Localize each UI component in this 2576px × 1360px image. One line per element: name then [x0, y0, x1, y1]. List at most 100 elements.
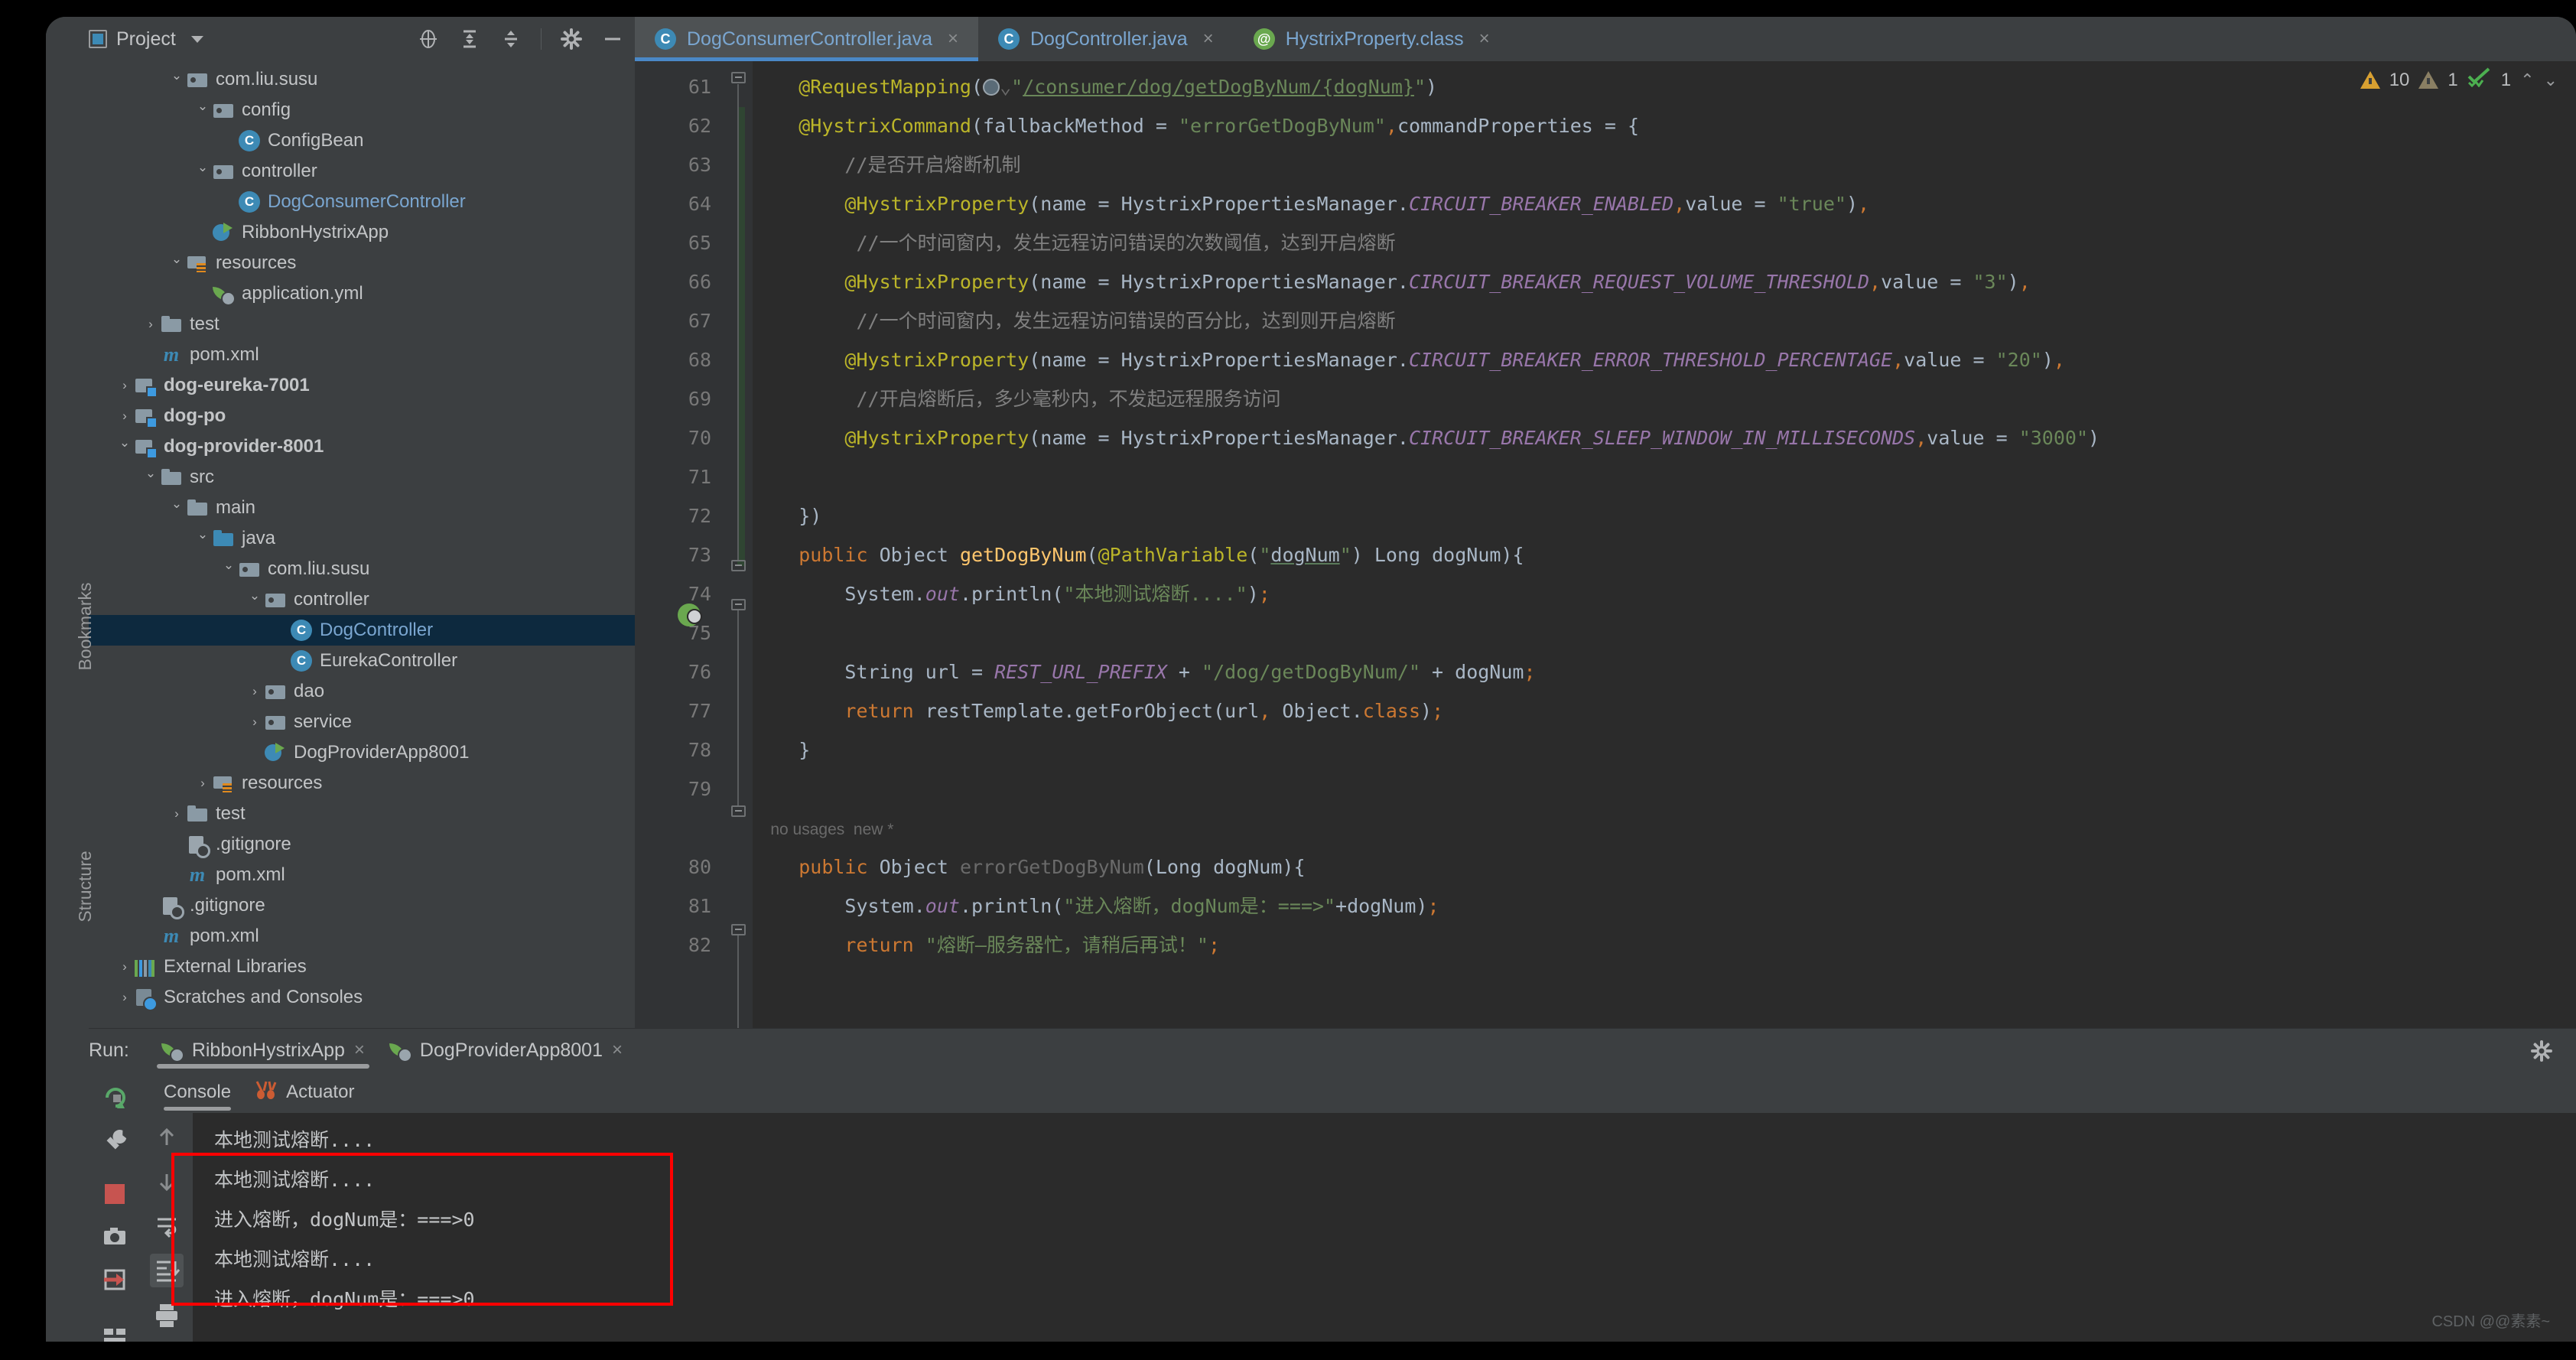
code-editor[interactable]: 61 62 63 64 65 66 67 68 69 70 71 72 73 74 75 76 77 78 79 80…	[635, 61, 2576, 1028]
fold-marker[interactable]	[731, 599, 746, 610]
fold-marker[interactable]	[731, 924, 746, 935]
tree-item[interactable]: .gitignore	[89, 890, 635, 921]
chevron-down-icon[interactable]: ⌄	[1000, 76, 1011, 98]
tree-item[interactable]: › dog-eureka-7001	[89, 370, 635, 401]
code-line[interactable]: String url = REST_URL_PREFIX + "/dog/get…	[753, 652, 2576, 691]
chevron-right-icon[interactable]: ›	[115, 990, 135, 1005]
camera-icon[interactable]	[99, 1222, 130, 1252]
chevron-down-icon[interactable]: ⌄	[193, 527, 213, 542]
tree-item[interactable]: › dog-po	[89, 401, 635, 431]
run-settings-gear-icon[interactable]	[2530, 1040, 2553, 1066]
chevron-right-icon[interactable]: ›	[115, 959, 135, 974]
chevron-down-icon[interactable]: ⌄	[115, 435, 135, 451]
tree-item[interactable]: ⌄ controller	[89, 156, 635, 187]
tree-item[interactable]: ⌄ dog-provider-8001	[89, 431, 635, 462]
tree-item[interactable]: ⌄ main	[89, 493, 635, 523]
tree-item[interactable]: ⌄ src	[89, 462, 635, 493]
code-line[interactable]: //一个时间窗内，发生远程访问错误的次数阈值，达到开启熔断	[753, 223, 2576, 262]
code-line[interactable]: @HystrixCommand(fallbackMethod = "errorG…	[753, 106, 2576, 145]
code-line[interactable]: public Object getDogByNum(@PathVariable(…	[753, 535, 2576, 574]
collapse-all-icon[interactable]	[499, 28, 522, 50]
close-icon[interactable]: ×	[1203, 28, 1214, 50]
soft-wrap-icon[interactable]	[150, 1209, 184, 1243]
layout-icon[interactable]	[99, 1319, 130, 1342]
tree-item[interactable]: › resources	[89, 768, 635, 799]
run-left-toolbar[interactable]	[89, 1072, 141, 1342]
gear-icon[interactable]	[560, 28, 583, 50]
vertical-tab-structure[interactable]: Structure	[72, 822, 98, 952]
console-output[interactable]: 本地测试熔断.... 本地测试熔断.... 进入熔断，dogNum是：===>0 本地…	[171, 1113, 2576, 1342]
tree-item[interactable]: application.yml	[89, 278, 635, 309]
tree-item[interactable]: › test	[89, 799, 635, 829]
code-line[interactable]: @HystrixProperty(name = HystrixPropertie…	[753, 418, 2576, 457]
code-line[interactable]: })	[753, 496, 2576, 535]
chevron-down-icon[interactable]: ⌄	[2544, 70, 2558, 90]
chevron-right-icon[interactable]: ›	[115, 378, 135, 393]
tree-item[interactable]: .gitignore	[89, 829, 635, 860]
expand-all-icon[interactable]	[458, 28, 481, 50]
chevron-up-icon[interactable]: ⌃	[2520, 70, 2534, 90]
inspection-widget[interactable]: 10 1 1 ⌃ ⌄	[2360, 67, 2558, 93]
chevron-right-icon[interactable]: ›	[245, 684, 265, 699]
code-line[interactable]: @HystrixProperty(name = HystrixPropertie…	[753, 340, 2576, 379]
print-icon[interactable]	[150, 1298, 184, 1332]
tree-item[interactable]: › External Libraries	[89, 952, 635, 982]
code-line[interactable]	[753, 457, 2576, 496]
project-tree[interactable]: ⌄ com.liu.susu ⌄ config C ConfigBean ⌄ controll…	[46, 61, 635, 1028]
code-line[interactable]	[753, 613, 2576, 652]
tree-item[interactable]: ⌄ com.liu.susu	[89, 554, 635, 584]
chevron-right-icon[interactable]: ›	[115, 408, 135, 424]
tree-item[interactable]: ⌄ com.liu.susu	[89, 64, 635, 95]
console-tab-1[interactable]: Actuator	[254, 1072, 354, 1113]
tree-item[interactable]: ⌄ java	[89, 523, 635, 554]
code-line[interactable]	[753, 769, 2576, 809]
minimize-icon[interactable]	[601, 28, 624, 50]
vertical-tab-bookmarks[interactable]: Bookmarks	[72, 561, 98, 691]
chevron-down-icon[interactable]: ⌄	[167, 252, 187, 267]
chevron-down-icon[interactable]: ⌄	[141, 466, 161, 481]
wrench-icon[interactable]	[99, 1124, 130, 1154]
tree-item[interactable]: C ConfigBean	[89, 125, 635, 156]
web-url-icon[interactable]	[983, 79, 1000, 96]
stop-icon[interactable]	[99, 1179, 130, 1209]
chevron-down-icon[interactable]: ⌄	[193, 160, 213, 175]
fold-marker[interactable]	[731, 805, 746, 817]
chevron-down-icon[interactable]	[190, 35, 203, 43]
close-icon[interactable]: ×	[612, 1040, 623, 1061]
chevron-right-icon[interactable]: ›	[167, 806, 187, 822]
code-line[interactable]: @HystrixProperty(name = HystrixPropertie…	[753, 262, 2576, 301]
code-line[interactable]: //一个时间窗内，发生远程访问错误的百分比，达到则开启熔断	[753, 301, 2576, 340]
code-fold-column[interactable]	[678, 61, 753, 1028]
rerun-icon[interactable]	[99, 1081, 130, 1111]
code-line[interactable]: public Object errorGetDogByNum(Long dogN…	[753, 848, 2576, 887]
tree-item[interactable]: › service	[89, 707, 635, 737]
code-line[interactable]: return "熔断—服务器忙，请稍后再试！";	[753, 926, 2576, 965]
code-line[interactable]: return restTemplate.getForObject(url, Ob…	[753, 691, 2576, 730]
tree-item[interactable]: › dao	[89, 676, 635, 707]
scroll-to-end-icon[interactable]	[150, 1254, 184, 1287]
code-line[interactable]: System.out.println("进入熔断，dogNum是：===>"+d…	[753, 887, 2576, 926]
chevron-right-icon[interactable]: ›	[245, 714, 265, 730]
code-line[interactable]: //是否开启熔断机制	[753, 145, 2576, 184]
run-tab-1[interactable]: DogProviderApp8001 ×	[377, 1029, 635, 1072]
close-icon[interactable]: ×	[948, 28, 958, 50]
run-tab-0[interactable]: RibbonHystrixApp ×	[149, 1029, 377, 1072]
chevron-down-icon[interactable]: ⌄	[167, 68, 187, 83]
tree-item[interactable]: ⌄ controller	[89, 584, 635, 615]
code-line[interactable]: //开启熔断后，多少毫秒内，不发起远程服务访问	[753, 379, 2576, 418]
close-icon[interactable]: ×	[1479, 28, 1490, 50]
scroll-up-icon[interactable]	[150, 1121, 184, 1154]
locate-icon[interactable]	[417, 28, 440, 50]
tree-item[interactable]: m pom.xml	[89, 860, 635, 890]
editor-tab-1[interactable]: C DogController.java ×	[978, 17, 1234, 61]
close-icon[interactable]: ×	[354, 1040, 365, 1061]
editor-tab-2[interactable]: @ HystrixProperty.class ×	[1233, 17, 1510, 61]
fold-marker[interactable]	[731, 72, 746, 83]
chevron-down-icon[interactable]: ⌄	[193, 99, 213, 114]
console-tab-0[interactable]: Console	[164, 1072, 232, 1113]
tree-item[interactable]: › Scratches and Consoles	[89, 982, 635, 1013]
run-gutter-icon[interactable]	[678, 604, 702, 626]
code-line[interactable]: System.out.println("本地测试熔断....");	[753, 574, 2576, 613]
code-content[interactable]: @RequestMapping(⌄"/consumer/dog/getDogBy…	[753, 61, 2576, 1028]
tree-item[interactable]: C DogController	[89, 615, 635, 646]
